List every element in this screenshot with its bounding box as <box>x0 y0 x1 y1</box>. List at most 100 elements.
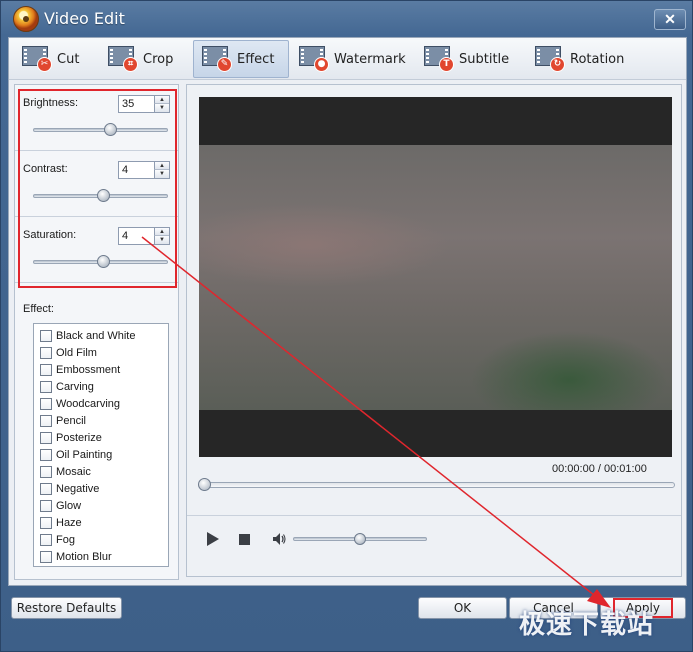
brightness-group: Brightness: 35 ▲ ▼ <box>15 85 178 151</box>
spin-down-arrow-icon[interactable]: ▼ <box>154 236 169 244</box>
time-readout: 00:00:00 / 00:01:00 <box>552 463 647 475</box>
seek-track <box>200 482 675 488</box>
effect-checkbox[interactable] <box>40 381 52 393</box>
effect-checkbox[interactable] <box>40 517 52 529</box>
contrast-slider[interactable] <box>33 189 168 203</box>
effect-checkbox[interactable] <box>40 466 52 478</box>
effect-option[interactable]: Pencil <box>40 413 86 429</box>
effect-option-label: Negative <box>56 483 100 495</box>
effect-checkbox[interactable] <box>40 483 52 495</box>
effect-option[interactable]: Fog <box>40 532 75 548</box>
effect-checkbox[interactable] <box>40 551 52 563</box>
tab-label: Cut <box>57 51 80 67</box>
saturation-spinbox[interactable]: 4 ▲ ▼ <box>118 227 170 245</box>
rotation-icon: ↻ <box>535 46 565 72</box>
effect-checkbox[interactable] <box>40 364 52 376</box>
brightness-slider[interactable] <box>33 123 168 137</box>
watermark-icon: ● <box>299 46 329 72</box>
effect-checkbox[interactable] <box>40 347 52 359</box>
effect-option-label: Old Film <box>56 347 97 359</box>
effect-icon: ✎ <box>202 46 232 72</box>
spin-up-arrow-icon[interactable]: ▲ <box>154 162 169 170</box>
effect-option-label: Haze <box>56 517 82 529</box>
spin-down-arrow-icon[interactable]: ▼ <box>154 104 169 112</box>
effect-checkbox[interactable] <box>40 534 52 546</box>
effect-option[interactable]: Woodcarving <box>40 396 120 412</box>
effect-option-label: Pencil <box>56 415 86 427</box>
preview-panel: 00:00:00 / 00:01:00 <box>186 84 682 577</box>
effect-option[interactable]: Black and White <box>40 328 135 344</box>
effect-option[interactable]: Mosaic <box>40 464 91 480</box>
video-edit-window: Video Edit ✕ ✂ Cut ⌗ Crop ✎ Effect ● Wat… <box>0 0 693 652</box>
time-separator: / <box>597 463 601 475</box>
scissors-icon: ✂ <box>22 46 52 72</box>
effect-option[interactable]: Posterize <box>40 430 102 446</box>
site-watermark: 极速下载站 <box>519 610 655 640</box>
effect-checkbox[interactable] <box>40 330 52 342</box>
stop-icon[interactable] <box>239 534 250 545</box>
effect-option[interactable]: Carving <box>40 379 94 395</box>
slider-thumb[interactable] <box>97 255 111 268</box>
tab-watermark[interactable]: ● Watermark <box>290 40 415 78</box>
tab-label: Rotation <box>570 51 625 67</box>
seek-bar[interactable] <box>198 478 675 492</box>
crop-icon: ⌗ <box>108 46 138 72</box>
tab-label: Crop <box>143 51 174 67</box>
title-bar: Video Edit ✕ <box>1 1 692 37</box>
tab-label: Subtitle <box>459 51 510 67</box>
slider-thumb[interactable] <box>103 123 117 136</box>
slider-track <box>33 128 168 132</box>
contrast-spinbox[interactable]: 4 ▲ ▼ <box>118 161 170 179</box>
effect-checkbox[interactable] <box>40 398 52 410</box>
effect-list: Black and White Old Film Embossment Carving… <box>33 323 169 567</box>
effect-option[interactable]: Negative <box>40 481 99 497</box>
playback-controls <box>187 515 681 576</box>
effect-checkbox[interactable] <box>40 500 52 512</box>
volume-icon[interactable] <box>271 531 287 547</box>
spin-up-arrow-icon[interactable]: ▲ <box>154 96 169 104</box>
ok-button[interactable]: OK <box>418 597 507 619</box>
video-frame <box>199 145 672 410</box>
restore-defaults-button[interactable]: Restore Defaults <box>11 597 122 619</box>
volume-slider[interactable] <box>293 533 427 545</box>
video-preview <box>199 97 672 457</box>
effect-option[interactable]: Motion Blur <box>40 549 112 565</box>
effect-list-label: Effect: <box>23 303 54 315</box>
tab-crop[interactable]: ⌗ Crop <box>99 40 182 78</box>
current-time: 00:00:00 <box>552 463 595 475</box>
app-disc-icon <box>13 6 39 32</box>
effect-checkbox[interactable] <box>40 449 52 461</box>
effect-option-label: Posterize <box>56 432 102 444</box>
effect-option[interactable]: Old Film <box>40 345 97 361</box>
saturation-slider[interactable] <box>33 255 168 269</box>
effect-option-label: Carving <box>56 381 94 393</box>
client-area: ✂ Cut ⌗ Crop ✎ Effect ● Watermark T Subt… <box>8 37 687 586</box>
spin-down-arrow-icon[interactable]: ▼ <box>154 170 169 178</box>
tab-effect[interactable]: ✎ Effect <box>193 40 289 78</box>
contrast-group: Contrast: 4 ▲ ▼ <box>15 151 178 217</box>
slider-thumb[interactable] <box>97 189 111 202</box>
spin-up-arrow-icon[interactable]: ▲ <box>154 228 169 236</box>
effect-option-label: Woodcarving <box>56 398 120 410</box>
tab-label: Watermark <box>334 51 406 67</box>
effect-checkbox[interactable] <box>40 415 52 427</box>
effect-option-label: Motion Blur <box>56 551 112 563</box>
volume-thumb[interactable] <box>354 533 366 545</box>
seek-thumb[interactable] <box>198 478 211 491</box>
tab-rotation[interactable]: ↻ Rotation <box>526 40 633 78</box>
play-icon[interactable] <box>207 532 219 546</box>
tab-label: Effect <box>237 51 275 67</box>
effect-option[interactable]: Embossment <box>40 362 120 378</box>
effect-option[interactable]: Glow <box>40 498 81 514</box>
window-title: Video Edit <box>44 9 125 28</box>
tab-subtitle[interactable]: T Subtitle <box>415 40 518 78</box>
tab-cut[interactable]: ✂ Cut <box>13 40 88 78</box>
effect-option[interactable]: Haze <box>40 515 82 531</box>
close-button[interactable]: ✕ <box>654 9 686 30</box>
effect-checkbox[interactable] <box>40 432 52 444</box>
contrast-value: 4 <box>122 164 129 176</box>
effect-option[interactable]: Oil Painting <box>40 447 112 463</box>
saturation-group: Saturation: 4 ▲ ▼ <box>15 217 178 283</box>
effect-option-label: Oil Painting <box>56 449 113 461</box>
brightness-spinbox[interactable]: 35 ▲ ▼ <box>118 95 170 113</box>
